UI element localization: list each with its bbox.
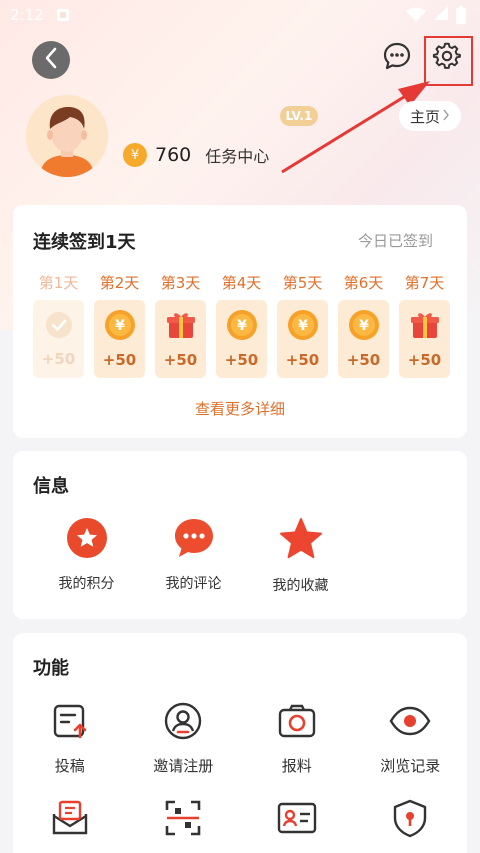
- function-item[interactable]: 邀请注册: [127, 701, 241, 776]
- checkin-day-box: +50: [399, 300, 450, 378]
- points-star-icon: [66, 517, 108, 563]
- functions-grid: 投稿 邀请注册 报料 浏览记录: [13, 701, 467, 852]
- yuan-coin-icon: ¥: [287, 309, 319, 345]
- level-badge: LV.1: [280, 106, 318, 126]
- battery-icon: [456, 6, 466, 24]
- status-bar: 2:12: [0, 0, 480, 30]
- favorite-star-icon: [279, 517, 323, 565]
- info-title: 信息: [33, 476, 69, 497]
- yuan-coin-icon: ¥: [226, 309, 258, 345]
- check-icon: [44, 310, 74, 344]
- settings-highlight-box: [424, 36, 473, 86]
- checkin-status: 今日已签到: [357, 232, 433, 250]
- wifi-icon: [406, 7, 426, 23]
- checkin-day[interactable]: 第6天 ¥ +50: [338, 272, 389, 378]
- messages-button[interactable]: [381, 42, 413, 74]
- checkin-day-label: 第1天: [38, 274, 79, 292]
- function-item[interactable]: [354, 798, 468, 852]
- functions-title: 功能: [33, 658, 69, 679]
- checkin-day-label: 第3天: [160, 274, 201, 292]
- info-items: 我的积分 我的评论 我的收藏: [33, 517, 354, 595]
- coin-count: 760: [155, 144, 192, 166]
- checkin-day-label: 第7天: [404, 274, 445, 292]
- yuan-coin-icon: ¥: [348, 309, 380, 345]
- function-item[interactable]: 投稿: [13, 701, 127, 776]
- info-item[interactable]: 我的积分: [33, 517, 140, 595]
- svg-text:¥: ¥: [237, 318, 247, 334]
- checkin-day-box: ¥ +50: [94, 300, 145, 378]
- signal-icon: [434, 5, 448, 25]
- svg-text:¥: ¥: [359, 318, 369, 334]
- checkin-day[interactable]: 第2天 ¥ +50: [94, 272, 145, 378]
- function-item-label: 邀请注册: [153, 757, 214, 775]
- info-item-label: 我的积分: [58, 576, 115, 592]
- function-item[interactable]: [127, 798, 241, 852]
- chat-bubble-icon: [382, 41, 412, 75]
- shield-icon: [390, 798, 430, 842]
- checkin-day[interactable]: 第1天 +50: [33, 272, 84, 378]
- checkin-day-label: 第2天: [99, 274, 140, 292]
- info-item[interactable]: 我的收藏: [247, 517, 354, 595]
- checkin-day-label: 第4天: [221, 274, 262, 292]
- function-item[interactable]: [13, 798, 127, 852]
- gift-icon: [409, 309, 441, 345]
- chevron-left-icon: [44, 47, 58, 73]
- info-item-label: 我的评论: [165, 576, 222, 592]
- checkin-days: 第1天 +50 第2天 ¥ +50 第3天 +50 第4天 ¥ +50 第5天 ¥ +50 第6天 ¥ +50…: [33, 272, 450, 378]
- checkin-day[interactable]: 第5天 ¥ +50: [277, 272, 328, 378]
- info-item-label: 我的收藏: [272, 578, 329, 594]
- checkin-day-box: ¥ +50: [338, 300, 389, 378]
- back-button[interactable]: [32, 41, 70, 79]
- checkin-card: 连续签到1天 今日已签到 第1天 +50 第2天 ¥ +50 第3天 +50 第4天 ¥ +50 第…: [13, 205, 467, 438]
- function-item-label: 浏览记录: [380, 757, 441, 775]
- coin-row: ¥ 760 任务中心: [123, 143, 269, 167]
- checkin-day-points: +50: [407, 351, 442, 369]
- gift-icon: [165, 309, 197, 345]
- checkin-day-points: +50: [346, 351, 381, 369]
- checkin-day-points: +50: [41, 350, 76, 368]
- camera-icon: [277, 701, 317, 745]
- info-item[interactable]: 我的评论: [140, 517, 247, 595]
- yuan-coin-icon: ¥: [104, 309, 136, 345]
- checkin-day-box: +50: [33, 300, 84, 378]
- function-item[interactable]: [240, 798, 354, 852]
- functions-card: 功能 投稿 邀请注册 报料 浏览记录: [13, 633, 467, 853]
- scan-icon: [163, 798, 203, 842]
- eye-icon: [389, 701, 431, 745]
- checkin-day-label: 第6天: [343, 274, 384, 292]
- id-card-icon: [276, 798, 318, 842]
- checkin-day[interactable]: 第3天 +50: [155, 272, 206, 378]
- yuan-coin-icon: ¥: [123, 143, 147, 167]
- homepage-label: 主页: [409, 107, 440, 126]
- checkin-day[interactable]: 第7天 +50: [399, 272, 450, 378]
- submit-icon: [50, 701, 90, 745]
- avatar[interactable]: [26, 95, 108, 177]
- checkin-day-box: ¥ +50: [277, 300, 328, 378]
- task-center-link[interactable]: 任务中心: [205, 143, 269, 167]
- notification-icon: [56, 8, 70, 22]
- checkin-day-box: +50: [155, 300, 206, 378]
- checkin-day-label: 第5天: [282, 274, 323, 292]
- info-card: 信息 我的积分 我的评论 我的收藏: [13, 451, 467, 619]
- checkin-title: 连续签到1天: [33, 232, 136, 253]
- chevron-right-icon: [442, 107, 450, 125]
- function-item-label: 报料: [281, 757, 312, 775]
- checkin-day-points: +50: [102, 351, 137, 369]
- checkin-day-points: +50: [285, 351, 320, 369]
- comment-icon: [173, 517, 215, 563]
- feedback-mail-icon: [50, 798, 90, 842]
- checkin-day-points: +50: [224, 351, 259, 369]
- svg-text:¥: ¥: [298, 318, 308, 334]
- checkin-day-points: +50: [163, 351, 198, 369]
- function-item[interactable]: 报料: [240, 701, 354, 776]
- invite-icon: [163, 701, 203, 745]
- status-time: 2:12: [10, 6, 44, 24]
- checkin-more-link[interactable]: 查看更多详细: [13, 398, 467, 419]
- checkin-day-box: ¥ +50: [216, 300, 267, 378]
- checkin-day[interactable]: 第4天 ¥ +50: [216, 272, 267, 378]
- homepage-button[interactable]: 主页: [399, 101, 461, 131]
- function-item-label: 投稿: [54, 757, 85, 775]
- svg-text:¥: ¥: [115, 318, 125, 334]
- function-item[interactable]: 浏览记录: [354, 701, 468, 776]
